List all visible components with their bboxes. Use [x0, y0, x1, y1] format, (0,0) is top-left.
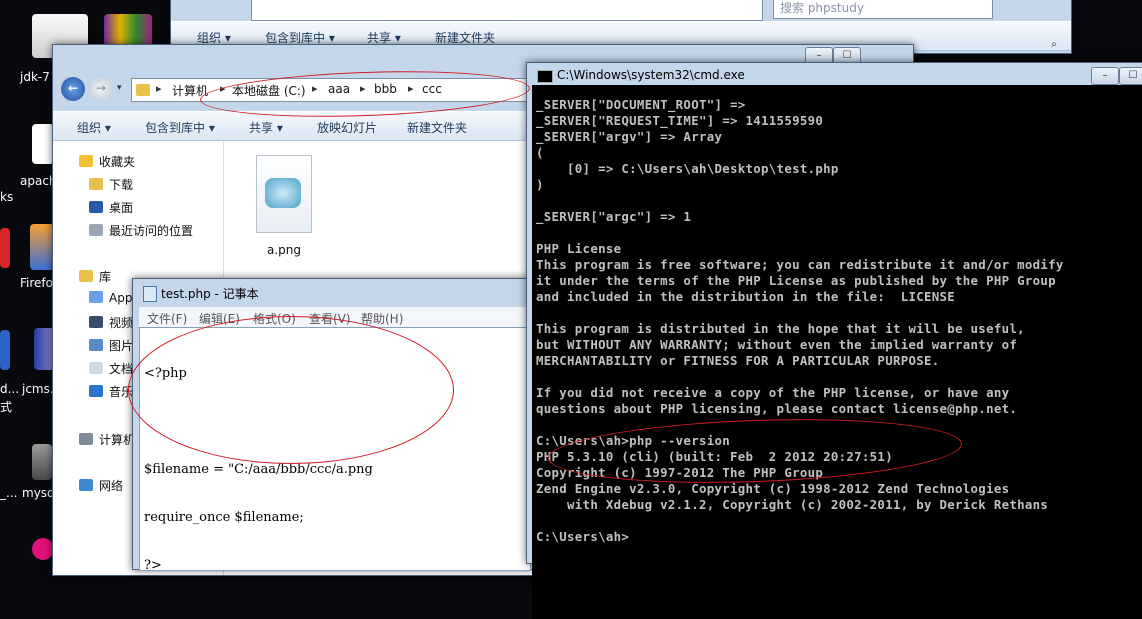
desktop-label-ks: ks: [0, 190, 14, 204]
cmd-output-line: and included in the distribution in the …: [536, 289, 956, 304]
breadcrumb-separator-icon: ▸: [156, 82, 162, 95]
nav-recent-label: 最近访问的位置: [109, 224, 194, 238]
apache-icon[interactable]: [32, 124, 54, 164]
cmd-output-line: with Xdebug v2.1.2, Copyright (c) 2002-2…: [536, 497, 1049, 512]
nav-favorites[interactable]: 收藏夹: [79, 153, 135, 170]
desktop-label-d: d...: [0, 382, 20, 396]
cmd-console[interactable]: _SERVER["DOCUMENT_ROOT"] => _SERVER["REQU…: [532, 85, 1142, 619]
nav-computer-label: 计算机: [99, 433, 136, 447]
nav-pictures[interactable]: 图片: [89, 337, 133, 354]
image-file-icon: [256, 155, 312, 233]
cmd-output-line: MERCHANTABILITY or FITNESS FOR A PARTICU…: [536, 353, 940, 368]
video-icon: [89, 316, 103, 328]
nav-documents-label: 文档: [109, 362, 134, 376]
cmd-output-line: it under the terms of the PHP License as…: [536, 273, 1056, 288]
desktop-icon: [89, 201, 103, 213]
nav-apps[interactable]: App: [89, 291, 132, 305]
cmd-output-line: _SERVER["REQUEST_TIME"] => 1411559590: [536, 113, 824, 128]
star-icon: [79, 155, 93, 167]
cmd-output-line: questions about PHP licensing, please co…: [536, 401, 1018, 416]
cmd-window[interactable]: C:\Windows\system32\cmd.exe – ☐ _SERVER[…: [526, 62, 1142, 619]
cmd-output-line: _SERVER["argv"] => Array: [536, 129, 723, 144]
file-name: a.png: [266, 243, 301, 257]
music-icon: [89, 385, 103, 397]
cmd-title: C:\Windows\system32\cmd.exe: [557, 68, 745, 82]
back-search-button[interactable]: ⌕: [1041, 37, 1067, 53]
nav-videos-label: 视频: [109, 316, 134, 330]
history-dropdown-icon[interactable]: ▾: [117, 83, 122, 93]
mysql-icon[interactable]: [32, 444, 52, 480]
blue-app-icon[interactable]: [0, 330, 10, 370]
firefox-icon[interactable]: [30, 224, 54, 270]
nav-libraries[interactable]: 库: [79, 268, 111, 285]
cmd-output-line: Zend Engine v2.3.0, Copyright (c) 1998-2…: [536, 481, 1010, 496]
cmd-output-line: _SERVER["DOCUMENT_ROOT"] =>: [536, 97, 746, 112]
back-address-bar[interactable]: [251, 0, 763, 21]
nav-videos[interactable]: 视频: [89, 314, 133, 331]
jcms-icon[interactable]: [34, 328, 54, 370]
nav-music[interactable]: 音乐: [89, 383, 133, 400]
computer-icon: [79, 433, 93, 445]
cmd-app-icon: [537, 70, 553, 83]
picture-icon: [89, 339, 103, 351]
desktop-label-style: 式: [0, 400, 13, 414]
desktop-label-jcms: jcms.: [22, 382, 54, 396]
nav-apps-label: App: [109, 291, 133, 305]
back-search-box[interactable]: 搜索 phpstudy: [773, 0, 993, 19]
nav-network-label: 网络: [99, 479, 124, 493]
nav-favorites-label: 收藏夹: [99, 155, 136, 169]
pink-app-icon[interactable]: [32, 538, 54, 560]
cmd-output-line: _SERVER["argc"] => 1: [536, 209, 692, 224]
nav-recent[interactable]: 最近访问的位置: [89, 222, 193, 239]
nav-downloads-label: 下载: [109, 178, 134, 192]
annotation-oval-code: [128, 316, 454, 464]
cmd-output-line: This program is free software; you can r…: [536, 257, 1064, 272]
organize-button[interactable]: 组织 ▾: [77, 119, 111, 136]
cmd-minimize-button[interactable]: –: [1091, 67, 1119, 85]
download-folder-icon: [89, 178, 103, 190]
cmd-output-line: but WITHOUT ANY WARRANTY; without even t…: [536, 337, 1018, 352]
apps-icon: [89, 291, 103, 303]
folder-icon: [136, 84, 150, 96]
forward-button[interactable]: →: [89, 77, 113, 101]
cmd-output-line: ): [536, 177, 544, 192]
nav-network[interactable]: 网络: [79, 477, 123, 494]
nav-desktop[interactable]: 桌面: [89, 199, 133, 216]
nav-libraries-label: 库: [99, 270, 112, 284]
desktop-label-underscore: _...: [0, 486, 18, 500]
code-line: $filename = "C:/aaa/bbb/ccc/a.png: [144, 462, 373, 477]
desktop-label-firefox: Firefo: [20, 276, 53, 290]
nav-pictures-label: 图片: [109, 339, 134, 353]
desktop-label-jdk: jdk-7: [20, 70, 50, 84]
desktop-label-mysql: mysq: [22, 486, 55, 500]
nav-computer[interactable]: 计算机: [79, 431, 135, 448]
include-library-button[interactable]: 包含到库中 ▾: [145, 119, 215, 136]
slideshow-button[interactable]: 放映幻灯片: [317, 119, 377, 136]
cmd-output-line: If you did not receive a copy of the PHP…: [536, 385, 1010, 400]
notepad-app-icon: [143, 286, 157, 302]
cmd-output-line: [0] => C:\Users\ah\Desktop\test.php: [536, 161, 839, 176]
cmd-output-line: (: [536, 145, 544, 160]
nav-desktop-label: 桌面: [109, 201, 134, 215]
nav-downloads[interactable]: 下载: [89, 176, 133, 193]
cmd-maximize-button[interactable]: ☐: [1119, 67, 1142, 85]
code-line: require_once $filename;: [144, 510, 304, 525]
code-line: ?>: [144, 558, 162, 573]
file-item[interactable]: a.png: [242, 151, 326, 261]
red-app-icon[interactable]: [0, 228, 10, 268]
cmd-output-line: PHP License: [536, 241, 622, 256]
share-button[interactable]: 共享 ▾: [249, 119, 283, 136]
library-icon: [79, 270, 93, 282]
notepad-title: test.php - 记事本: [161, 287, 259, 301]
nav-documents[interactable]: 文档: [89, 360, 133, 377]
menu-file[interactable]: 文件(F): [147, 310, 187, 327]
new-folder-button[interactable]: 新建文件夹: [407, 119, 467, 136]
recent-places-icon: [89, 224, 103, 236]
cmd-output-line: This program is distributed in the hope …: [536, 321, 1025, 336]
network-icon: [79, 479, 93, 491]
cmd-output-line: C:\Users\ah>: [536, 529, 630, 544]
document-icon: [89, 362, 103, 374]
back-button[interactable]: ←: [61, 77, 85, 101]
